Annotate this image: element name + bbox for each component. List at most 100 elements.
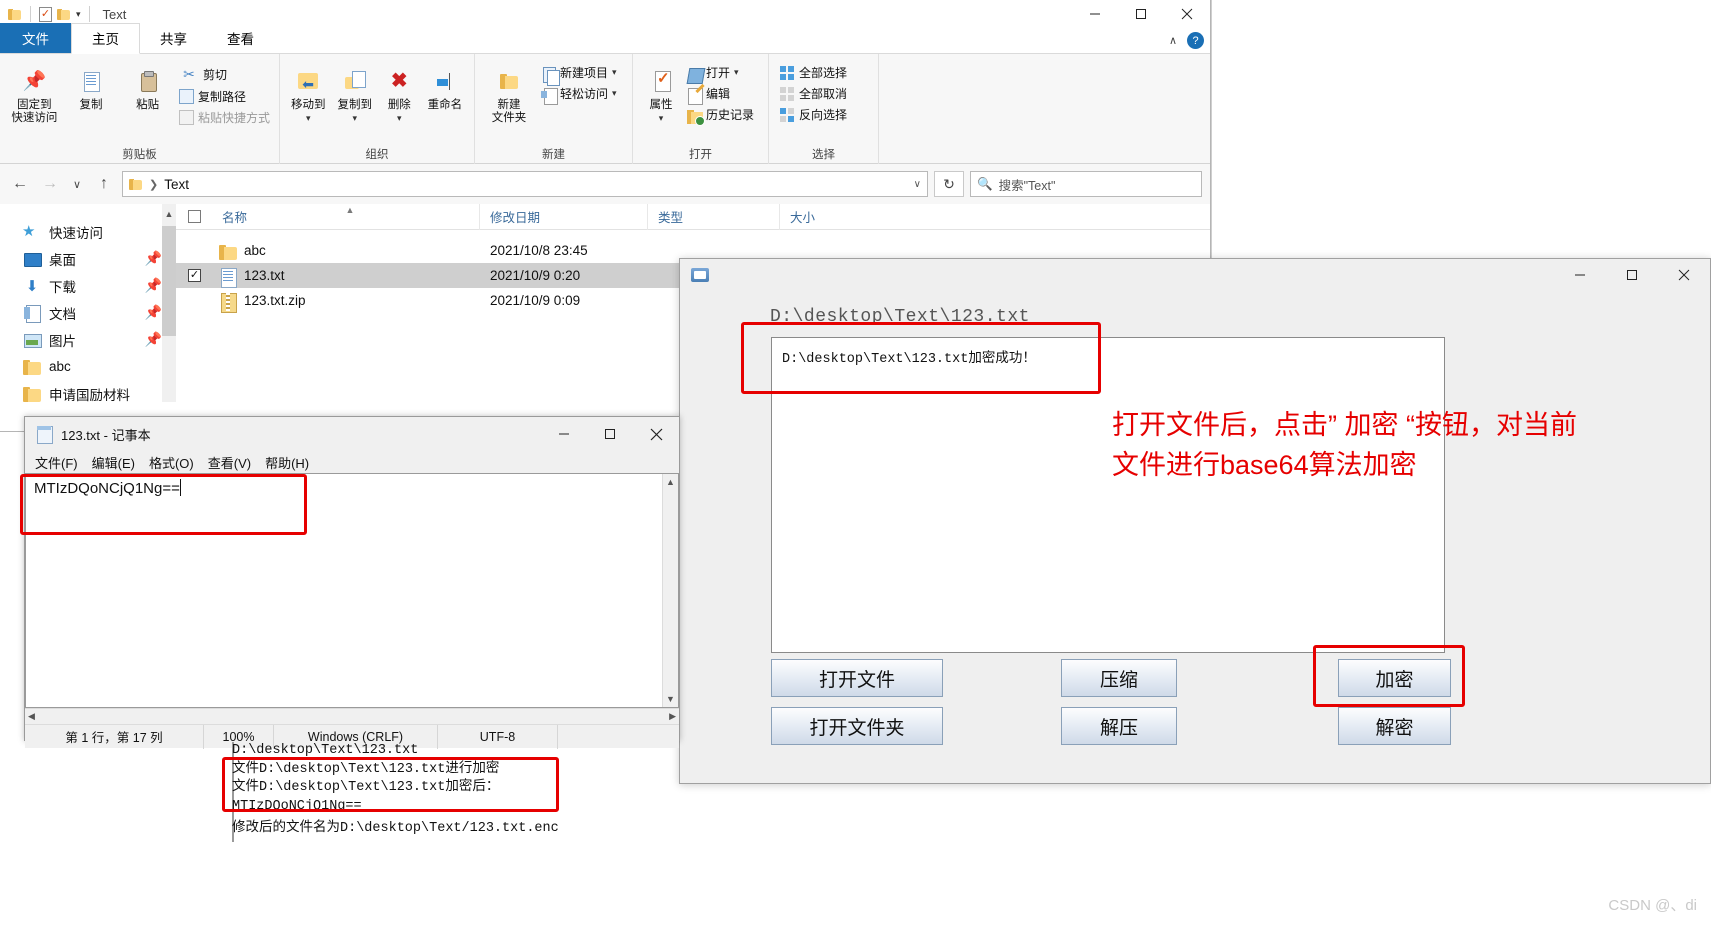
cut-button[interactable]: ✂ 剪切 <box>176 63 273 85</box>
maximize-button[interactable] <box>587 417 633 451</box>
copy-path-button[interactable]: 复制路径 <box>176 87 273 106</box>
properties-button[interactable]: 属性 ▾ <box>639 59 683 125</box>
menu-format[interactable]: 格式(O) <box>149 453 194 472</box>
close-button[interactable] <box>633 417 679 451</box>
notepad-text-area[interactable]: MTIzDQoNCjQ1Ng== <box>26 474 662 707</box>
tab-file[interactable]: 文件 <box>0 23 71 53</box>
properties-check-icon[interactable]: ✓ <box>39 6 52 22</box>
chevron-down-icon[interactable]: ▾ <box>352 112 357 125</box>
chevron-down-icon[interactable]: ▾ <box>734 67 739 78</box>
file-name-cell[interactable]: 123.txt <box>212 267 480 288</box>
pin-icon[interactable]: 📌 <box>145 304 162 321</box>
minimize-button[interactable] <box>1072 0 1118 28</box>
pin-icon[interactable]: 📌 <box>145 331 162 348</box>
file-name-cell[interactable]: 123.txt.zip <box>212 292 480 313</box>
checkbox[interactable]: ✓ <box>188 269 201 282</box>
open-button[interactable]: 打开 ▾ <box>683 63 757 82</box>
file-name-cell[interactable]: abc <box>212 242 480 260</box>
scroll-down-icon[interactable]: ▼ <box>666 694 675 704</box>
column-header-name[interactable]: ▲ 名称 <box>212 203 480 230</box>
decompress-button[interactable]: 解压 <box>1061 707 1177 745</box>
ribbon-tabs[interactable]: 文件 主页 共享 查看 ∧ ? <box>0 23 1210 54</box>
open-folder-button[interactable]: 打开文件夹 <box>771 707 943 745</box>
copy-to-button[interactable]: 复制到 ▾ <box>332 59 376 125</box>
select-all-checkbox-header[interactable] <box>176 204 212 230</box>
easy-access-button[interactable]: 轻松访问 ▾ <box>537 84 620 105</box>
ribbon-right-controls[interactable]: ∧ ? <box>1169 32 1204 49</box>
maximize-button[interactable] <box>1118 0 1164 28</box>
open-file-button[interactable]: 打开文件 <box>771 659 943 697</box>
new-item-button[interactable]: 新建项目 ▾ <box>537 63 620 86</box>
row-checkbox-cell[interactable]: ✓ <box>176 269 212 282</box>
notepad-menubar[interactable]: 文件(F) 编辑(E) 格式(O) 查看(V) 帮助(H) <box>25 451 679 473</box>
sidebar-item-quick-access[interactable]: ★ 快速访问 <box>0 218 176 245</box>
paste-shortcut-button[interactable]: 粘贴快捷方式 <box>176 108 273 127</box>
back-button[interactable]: ← <box>8 172 32 196</box>
tab-home[interactable]: 主页 <box>71 23 140 54</box>
search-box[interactable]: 🔍 搜索"Text" <box>970 171 1202 197</box>
tab-share[interactable]: 共享 <box>140 24 207 53</box>
window-controls[interactable] <box>541 417 679 451</box>
checkbox[interactable] <box>188 210 201 223</box>
quick-access-toolbar[interactable]: ✓ ▾ <box>0 6 93 22</box>
scroll-right-icon[interactable]: ▶ <box>669 711 676 722</box>
scrollbar-thumb[interactable] <box>162 226 176 336</box>
breadcrumb[interactable]: Text <box>164 177 189 192</box>
menu-view[interactable]: 查看(V) <box>208 453 251 472</box>
close-button[interactable] <box>1658 259 1710 291</box>
collapse-ribbon-icon[interactable]: ∧ <box>1169 34 1177 47</box>
forward-button[interactable]: → <box>38 172 62 196</box>
select-invert-button[interactable]: 反向选择 <box>775 105 850 124</box>
recent-locations-button[interactable]: ∨ <box>68 172 86 196</box>
scroll-left-icon[interactable]: ◀ <box>28 711 35 722</box>
sidebar-item-downloads[interactable]: ⬇ 下载 📌 <box>0 272 176 299</box>
column-header-type[interactable]: 类型 <box>648 203 780 230</box>
chevron-down-icon[interactable]: ∨ <box>914 179 921 190</box>
new-folder-icon[interactable] <box>57 8 71 21</box>
chevron-down-icon[interactable]: ▾ <box>612 67 617 78</box>
minimize-button[interactable] <box>541 417 587 451</box>
close-button[interactable] <box>1164 0 1210 28</box>
scroll-up-icon[interactable]: ▲ <box>666 477 675 487</box>
select-none-button[interactable]: 全部取消 <box>775 84 850 103</box>
chevron-down-icon[interactable]: ▾ <box>397 112 402 125</box>
sidebar-item-pictures[interactable]: 图片 📌 <box>0 326 176 353</box>
menu-help[interactable]: 帮助(H) <box>265 453 309 472</box>
notepad-horizontal-scrollbar[interactable]: ◀ ▶ <box>25 708 679 724</box>
refresh-button[interactable]: ↻ <box>934 171 964 197</box>
edit-button[interactable]: 编辑 <box>683 84 757 105</box>
notepad-vertical-scrollbar[interactable]: ▲ ▼ <box>662 474 678 707</box>
compress-button[interactable]: 压缩 <box>1061 659 1177 697</box>
chevron-down-icon[interactable]: ▾ <box>306 112 311 125</box>
pin-icon[interactable]: 📌 <box>145 277 162 294</box>
rename-button[interactable]: 重命名 <box>422 59 468 112</box>
sidebar-item-abc[interactable]: abc <box>0 353 176 380</box>
chevron-down-icon[interactable]: ▾ <box>76 9 81 20</box>
help-icon[interactable]: ? <box>1187 32 1204 49</box>
column-header-size[interactable]: 大小 <box>780 204 880 230</box>
maximize-button[interactable] <box>1606 259 1658 291</box>
nav-pane-scrollbar[interactable]: ▲ <box>162 204 176 402</box>
chevron-down-icon[interactable]: ▾ <box>659 112 664 125</box>
column-header-date[interactable]: 修改日期 <box>480 203 648 230</box>
scroll-up-icon[interactable]: ▲ <box>162 204 176 224</box>
window-controls[interactable] <box>1554 259 1710 291</box>
paste-button[interactable]: 粘贴 <box>119 59 176 112</box>
decrypt-button[interactable]: 解密 <box>1338 707 1451 745</box>
folder-icon[interactable] <box>8 8 22 21</box>
tab-view[interactable]: 查看 <box>207 24 274 53</box>
address-bar[interactable]: ❯ Text ∨ <box>122 171 928 197</box>
sidebar-item-documents[interactable]: 文档 📌 <box>0 299 176 326</box>
menu-file[interactable]: 文件(F) <box>35 453 78 472</box>
copy-button[interactable]: 复制 <box>63 59 120 112</box>
delete-button[interactable]: ✖ 删除 ▾ <box>379 59 420 125</box>
history-button[interactable]: 历史记录 <box>683 105 757 126</box>
window-controls[interactable] <box>1072 0 1210 28</box>
move-to-button[interactable]: ⬅ 移动到 ▾ <box>286 59 330 125</box>
chevron-down-icon[interactable]: ▾ <box>612 88 617 99</box>
up-button[interactable]: ↑ <box>92 172 116 196</box>
new-folder-button[interactable]: 新建 文件夹 <box>481 59 537 125</box>
encrypt-button[interactable]: 加密 <box>1338 659 1451 697</box>
pin-icon[interactable]: 📌 <box>145 250 162 267</box>
menu-edit[interactable]: 编辑(E) <box>92 453 135 472</box>
